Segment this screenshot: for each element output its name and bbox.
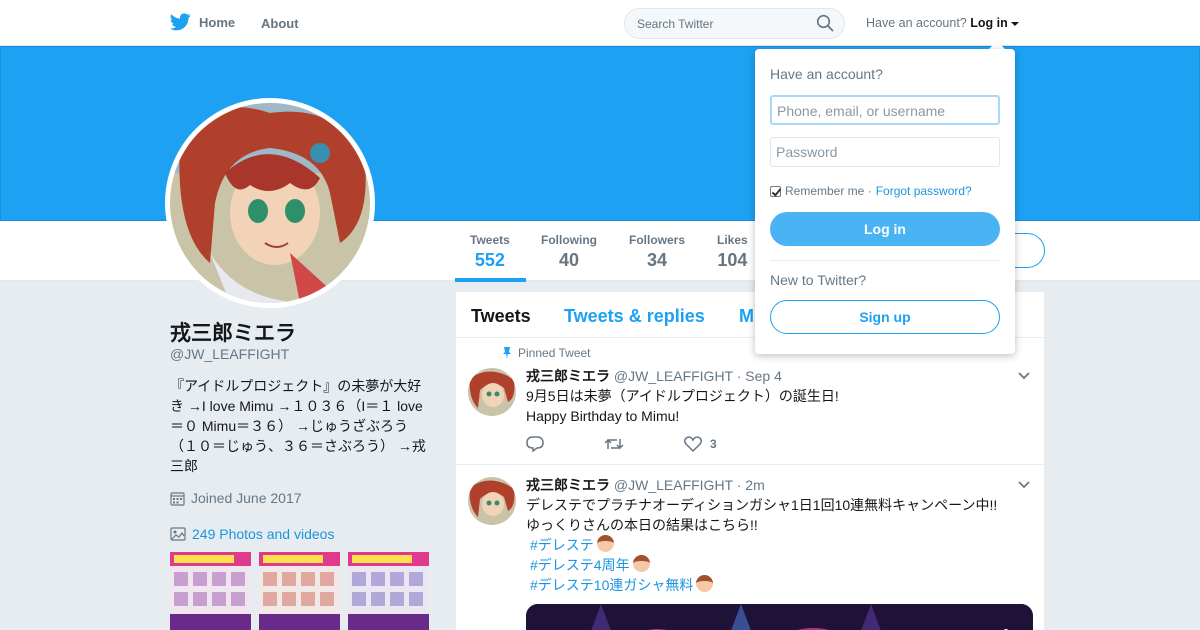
tab-media[interactable]: M: [739, 306, 754, 327]
girl-emoji-icon: [632, 555, 650, 572]
caret-down-icon: [1010, 21, 1019, 26]
like-button[interactable]: 3: [684, 436, 717, 452]
retweet-button[interactable]: [604, 437, 624, 451]
chevron-down-icon[interactable]: [1018, 481, 1030, 489]
twitter-bird-icon: [170, 13, 191, 31]
tweet-author-handle[interactable]: @JW_LEAFFIGHT: [614, 477, 733, 493]
nav-home-link[interactable]: Home: [170, 13, 235, 31]
new-to-twitter-label: New to Twitter?: [770, 272, 867, 288]
stat-followers[interactable]: Followers 34: [629, 233, 685, 271]
forgot-password-link[interactable]: Forgot password?: [876, 184, 972, 198]
remember-me-checkbox[interactable]: [770, 185, 781, 197]
stat-value: 40: [558, 250, 580, 270]
tweet-author-name[interactable]: 戎三郎ミエラ: [526, 368, 610, 384]
reply-icon: [526, 436, 544, 452]
chevron-down-icon[interactable]: [1018, 372, 1030, 380]
tweet-timestamp[interactable]: · 2m: [737, 477, 765, 493]
tweet-text: デレステでプラチナオーディションガシャ1日1回10連無料キャンペーン中!! ゆっ…: [526, 495, 1016, 595]
photos-videos-link[interactable]: 249 Photos and videos: [170, 526, 334, 542]
stat-value: 552: [474, 250, 505, 270]
remember-row: Remember me · Forgot password?: [770, 184, 972, 198]
pinned-label: Pinned Tweet: [518, 346, 591, 360]
avatar-image: [170, 103, 370, 303]
profile-bio: 『アイドルプロジェクト』の未夢が大好き →I love Mimu →１０３６（I…: [170, 378, 426, 474]
username-field[interactable]: Phone, email, or username: [770, 95, 1000, 125]
stat-label: Following: [541, 233, 597, 247]
calendar-icon: [170, 491, 185, 506]
media-thumbnails: [170, 552, 429, 630]
joined-text: Joined June 2017: [191, 490, 302, 506]
password-field[interactable]: Password: [770, 137, 1000, 167]
retweet-icon: [604, 438, 624, 450]
stat-label: Likes: [717, 233, 748, 247]
profile-avatar[interactable]: [165, 98, 375, 308]
media-thumbnail[interactable]: [259, 552, 340, 630]
media-thumbnail[interactable]: [348, 552, 429, 630]
tweet-text-line: デレステでプラチナオーディションガシャ1日1回10連無料キャンペーン中!!: [526, 497, 998, 513]
top-navigation-bar: Home About Search Twitter Have an accoun…: [0, 0, 1200, 46]
tweet-actions: 3: [526, 436, 777, 452]
stat-label: Tweets: [470, 233, 510, 247]
tweet-timestamp[interactable]: · Sep 4: [737, 368, 782, 384]
profile-name: 戎三郎ミエラ: [170, 322, 296, 345]
stat-following[interactable]: Following 40: [541, 233, 597, 271]
tweet-media-image[interactable]: [526, 604, 1033, 630]
login-button[interactable]: Log in: [770, 212, 1000, 246]
login-menu-toggle[interactable]: Have an account? Log in: [866, 16, 1019, 30]
stat-likes[interactable]: Likes 104: [717, 233, 748, 271]
tab-tweets[interactable]: Tweets: [471, 306, 531, 327]
stat-tweets[interactable]: Tweets 552: [470, 233, 510, 271]
remember-me-label[interactable]: Remember me ·: [785, 184, 872, 198]
hashtag-link[interactable]: #デレステ10連ガシャ無料: [526, 575, 1016, 595]
tweet-header: 戎三郎ミエラ @JW_LEAFFIGHT · Sep 4: [526, 366, 782, 386]
stat-value: 104: [717, 250, 748, 270]
hashtag-link[interactable]: #デレステ: [526, 535, 1016, 555]
pin-icon: [503, 347, 511, 359]
hashtag-text[interactable]: #デレステ10連ガシャ無料: [530, 577, 693, 593]
joined-date: Joined June 2017: [170, 490, 302, 506]
hashtag-text[interactable]: #デレステ: [530, 537, 594, 553]
tweet-author-name[interactable]: 戎三郎ミエラ: [526, 477, 610, 493]
signup-button[interactable]: Sign up: [770, 300, 1000, 334]
search-input[interactable]: Search Twitter: [624, 8, 845, 39]
tweet-author-handle[interactable]: @JW_LEAFFIGHT: [614, 368, 733, 384]
tweet-text-line: 9月5日は未夢（アイドルプロジェクト）の誕生日!: [526, 388, 839, 404]
girl-emoji-icon: [596, 535, 614, 552]
tweet-text-line: ゆっくりさんの本日の結果はこちら!!: [526, 517, 758, 533]
photo-icon: [170, 527, 186, 541]
tweet-header: 戎三郎ミエラ @JW_LEAFFIGHT · 2m: [526, 475, 765, 495]
tweet-text-line: Happy Birthday to Mimu!: [526, 408, 680, 424]
hashtag-text[interactable]: #デレステ4周年: [530, 557, 630, 573]
tweet-text: 9月5日は未夢（アイドルプロジェクト）の誕生日! Happy Birthday …: [526, 386, 1016, 426]
tweet-item[interactable]: Pinned Tweet 戎三郎ミエラ @JW_LEAFFIGHT · Sep …: [456, 338, 1044, 465]
dropdown-title: Have an account?: [770, 66, 883, 82]
hashtag-link[interactable]: #デレステ4周年: [526, 555, 1016, 575]
have-account-text: Have an account?: [866, 16, 967, 30]
tab-tweets-replies[interactable]: Tweets & replies: [564, 306, 705, 327]
tweet-avatar[interactable]: [468, 477, 516, 525]
search-icon[interactable]: [816, 14, 834, 32]
tweet-avatar[interactable]: [468, 368, 516, 416]
like-count: 3: [710, 437, 717, 451]
girl-emoji-icon: [696, 575, 714, 592]
pinned-indicator: Pinned Tweet: [502, 346, 591, 360]
heart-icon: [684, 436, 702, 452]
media-thumbnail[interactable]: [170, 552, 251, 630]
login-dropdown: Have an account? Phone, email, or userna…: [755, 49, 1015, 354]
divider: [770, 260, 1000, 261]
nav-home-label: Home: [199, 14, 236, 30]
photos-link-label[interactable]: 249 Photos and videos: [192, 526, 334, 542]
active-stat-underline: [455, 278, 526, 282]
nav-about-link[interactable]: About: [261, 16, 299, 31]
stat-label: Followers: [629, 233, 686, 247]
profile-handle[interactable]: @JW_LEAFFIGHT: [170, 346, 289, 362]
reply-button[interactable]: [526, 436, 544, 452]
login-toggle-label[interactable]: Log in: [970, 16, 1008, 30]
stat-value: 34: [646, 250, 668, 270]
